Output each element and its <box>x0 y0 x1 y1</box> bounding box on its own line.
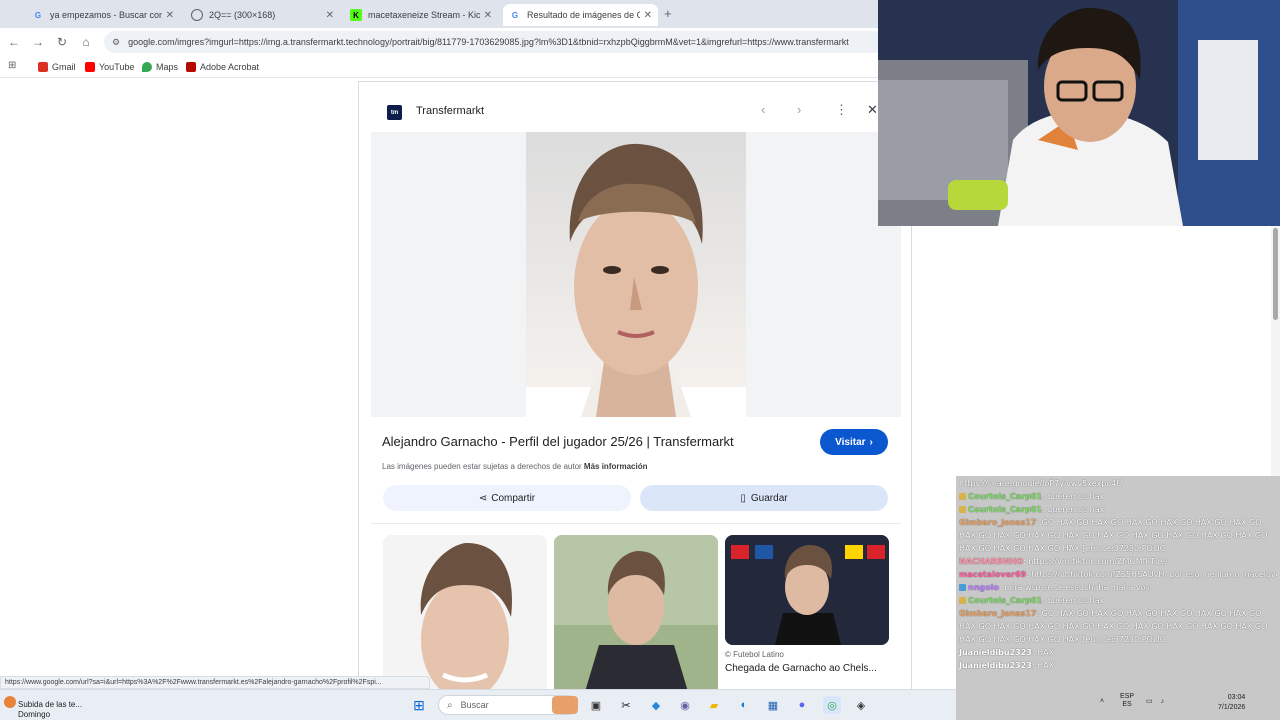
link-status-bar: https://www.google.com/url?sa=i&url=http… <box>0 676 430 689</box>
chat-message: Courtois_Carp01: queremos hax <box>959 503 1277 516</box>
tab-search[interactable]: G ya empezamos - Buscar con Go ✕ <box>26 4 180 26</box>
bookmark-maps[interactable]: Maps <box>142 60 178 74</box>
badge-icon <box>959 493 966 500</box>
new-tab-button[interactable]: + <box>664 6 672 21</box>
reload-button[interactable]: ↻ <box>54 34 70 50</box>
chat-message: Gimbaro_jonas17: GO HAX GO HAX GO HAX GO… <box>959 518 1268 553</box>
chrome-icon[interactable]: ◎ <box>823 696 841 714</box>
forward-button[interactable]: → <box>30 34 46 50</box>
home-button[interactable]: ⌂ <box>78 34 94 50</box>
apps-icon[interactable]: ⊞ <box>8 60 16 71</box>
stream-chat-overlay: https://share.google/loP7yivwv5xexpo4U C… <box>956 476 1280 720</box>
language-indicator[interactable]: ESP ES <box>1120 693 1134 709</box>
tab-images-result[interactable]: G Resultado de imágenes de Go ✕ <box>503 4 658 26</box>
bookmark-icon: ▯ <box>740 492 746 504</box>
copilot-icon[interactable]: ◆ <box>647 696 665 714</box>
tab-strip: G ya empezamos - Buscar con Go ✕ 2Q== (3… <box>0 0 878 28</box>
scrollbar-thumb[interactable] <box>1273 228 1278 320</box>
edge-icon[interactable]: ◐ <box>735 696 753 714</box>
visit-button[interactable]: Visitar › <box>820 429 888 455</box>
bookmarks-bar: ⊞ Gmail YouTube Maps Adobe Acrobat <box>0 56 878 78</box>
weather-icon <box>4 696 16 708</box>
weather-widget[interactable]: Subida de las te... Domingo <box>4 694 164 719</box>
next-icon[interactable]: › <box>797 102 801 117</box>
chevron-up-icon[interactable]: ˄ <box>1100 698 1104 705</box>
maps-icon <box>142 62 152 72</box>
youtube-icon <box>85 62 95 72</box>
bookmark-gmail[interactable]: Gmail <box>38 60 76 74</box>
gmail-icon <box>38 62 48 72</box>
chat-message: macetalover69: https://vt.tiktok.com/ZS5… <box>959 570 1277 579</box>
image-preview-area[interactable] <box>371 132 901 417</box>
more-info-link[interactable]: Más información <box>584 462 648 471</box>
search-highlight-icon[interactable] <box>552 696 578 714</box>
file-explorer-icon[interactable]: ▰ <box>705 696 723 714</box>
bookmark-youtube[interactable]: YouTube <box>85 60 134 74</box>
store-icon[interactable]: ▦ <box>764 696 782 714</box>
chat-message: Juanieldibu2323: HAX <box>959 661 1055 670</box>
image-title[interactable]: Alejandro Garnacho - Perfil del jugador … <box>382 434 734 449</box>
capcut-icon[interactable]: ✂ <box>617 696 635 714</box>
related-source: © Futebol Latino <box>725 650 784 659</box>
site-name[interactable]: Transfermarkt <box>416 105 484 117</box>
system-tray[interactable]: ˄ ESP ES ▭ ♪ <box>1100 693 1164 709</box>
discord-icon[interactable]: ● <box>793 696 811 714</box>
share-icon: ⋖ <box>478 492 488 504</box>
related-image-1[interactable] <box>383 535 547 695</box>
teams-icon[interactable]: ◉ <box>676 696 694 714</box>
app-icon[interactable]: ◈ <box>852 696 870 714</box>
player-portrait-image[interactable] <box>526 132 746 417</box>
chevron-right-icon: › <box>869 436 873 448</box>
chat-message: Courtois_Carp01: queremos hax <box>959 490 1277 503</box>
chat-message: Juanieldibu2323: HAX <box>959 648 1055 657</box>
kick-icon: K <box>350 9 362 21</box>
search-icon: ⌕ <box>447 699 453 711</box>
divider <box>371 523 901 524</box>
tab-image[interactable]: 2Q== (300×168) ✕ <box>185 4 340 26</box>
badge-icon <box>959 584 966 591</box>
related-image-3[interactable] <box>725 535 889 645</box>
google-icon: G <box>34 10 42 20</box>
close-icon[interactable]: ✕ <box>166 10 174 21</box>
network-icon[interactable]: ▭ <box>1146 698 1153 705</box>
start-icon[interactable]: ⊞ <box>410 696 428 714</box>
close-icon[interactable]: ✕ <box>326 10 334 21</box>
bookmark-acrobat[interactable]: Adobe Acrobat <box>186 60 259 74</box>
save-button[interactable]: ▯ Guardar <box>640 485 888 511</box>
back-button[interactable]: ← <box>6 34 22 50</box>
copyright-icon: © <box>725 650 731 659</box>
more-options-icon[interactable]: ⋮ <box>835 102 848 118</box>
badge-icon <box>959 506 966 513</box>
close-icon[interactable]: ✕ <box>484 10 492 21</box>
site-info-icon[interactable]: ⚙ <box>112 37 120 48</box>
chat-message: https://share.google/loP7yivwv5xexpo4U <box>959 479 1123 488</box>
google-icon: G <box>511 10 519 20</box>
image-preview-panel: tm Transfermarkt ‹ › ⋮ ✕ Alejandro Garna… <box>358 81 912 695</box>
copyright-notice: Las imágenes pueden estar sujetas a dere… <box>382 462 648 471</box>
tab-kick[interactable]: K macetaxeneize Stream - Kick D ✕ <box>344 4 498 26</box>
windows-taskbar: Subida de las te... Domingo ⊞ ⌕ Buscar ▣… <box>0 689 956 720</box>
close-icon[interactable]: ✕ <box>867 102 878 118</box>
transfermarkt-logo: tm <box>387 105 402 120</box>
previous-icon[interactable]: ‹ <box>761 102 765 117</box>
related-image-2[interactable] <box>554 535 718 695</box>
browser-toolbar: ← → ↻ ⌂ ⚙ google.com/imgres?imgurl=https… <box>0 28 878 56</box>
share-button[interactable]: ⋖ Compartir <box>383 485 631 511</box>
chat-message: Courtois_Carp01: queremos hax <box>959 594 1277 607</box>
globe-icon <box>191 9 203 21</box>
webcam-overlay <box>878 0 1280 226</box>
taskbar-clock[interactable]: 03:04 7/1/2026 <box>1218 693 1245 713</box>
acrobat-icon <box>186 62 196 72</box>
address-bar[interactable]: ⚙ google.com/imgres?imgurl=https://img.a… <box>104 31 878 53</box>
volume-icon[interactable]: ♪ <box>1161 698 1165 705</box>
chat-message: nngolo: mira wsp se te escuchaba mal a v… <box>959 581 1277 594</box>
related-title[interactable]: Chegada de Garnacho ao Chels... <box>725 663 877 674</box>
task-view-icon[interactable]: ▣ <box>587 696 605 714</box>
chat-message: Gimbaro_jonas17: GO HAX GO HAX GO HAX GO… <box>959 609 1268 644</box>
badge-icon <box>959 597 966 604</box>
close-icon[interactable]: ✕ <box>644 10 652 21</box>
chat-message: NACHARBNHO: https://vm.tiktok.com/ZMOMfk… <box>959 557 1168 566</box>
